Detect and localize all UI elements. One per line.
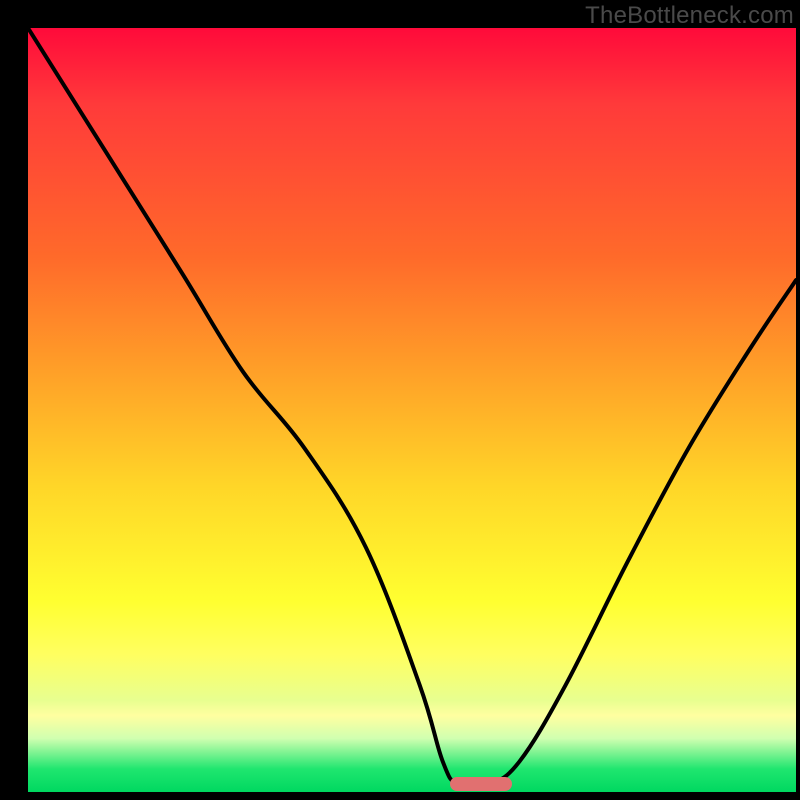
bottleneck-curve — [28, 28, 796, 792]
watermark-label: TheBottleneck.com — [585, 2, 794, 30]
chart-container: TheBottleneck.com — [0, 0, 800, 800]
plot-area — [28, 28, 796, 792]
minimum-marker — [450, 777, 511, 791]
curve-path — [28, 28, 796, 787]
